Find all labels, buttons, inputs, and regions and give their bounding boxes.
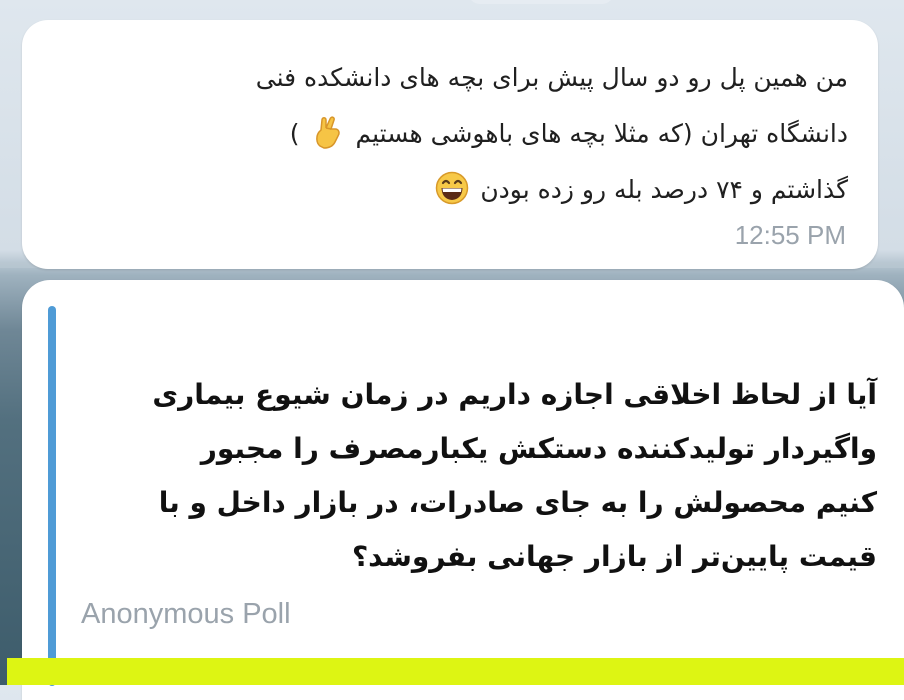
message-line-2-text: دانشگاه تهران (که مثلا بچه های باهوشی هس… [355,119,848,148]
message-text: من همین پل رو دو سال پیش برای بچه های دا… [52,50,848,218]
poll-question: آیا از لحاظ اخلاقی اجازه داریم در زمان ش… [102,368,877,584]
poll-question-line-4: قیمت پایین‌تر از بازار جهانی بفروشد؟ [351,540,877,573]
poll-question-line-2: واگیردار تولیدکننده دستکش یکبارمصرف را م… [200,432,877,465]
message-bubble[interactable]: من همین پل رو دو سال پیش برای بچه های دا… [22,20,878,269]
top-handle [468,0,614,4]
message-line-2: دانشگاه تهران (که مثلا بچه های باهوشی هس… [52,106,848,162]
poll-type-label: Anonymous Poll [81,598,291,630]
message-line-1: من همین پل رو دو سال پیش برای بچه های دا… [255,63,848,92]
message-line-3: گذاشتم و ۷۴ درصد بله رو زده بودن [52,162,848,218]
message-timestamp: 12:55 PM [734,220,846,250]
poll-bubble[interactable]: آیا از لحاظ اخلاقی اجازه داریم در زمان ش… [22,280,904,700]
message-line-3-text: گذاشتم و ۷۴ درصد بله رو زده بودن [480,175,848,204]
bottom-highlight-band [7,658,904,685]
poll-question-line-3: کنیم محصولش را به جای صادرات، در بازار د… [158,486,877,519]
poll-accent-bar [48,306,56,686]
poll-question-line-1: آیا از لحاظ اخلاقی اجازه داریم در زمان ش… [152,378,877,411]
grinning-face-icon [436,171,469,205]
crossed-fingers-icon [315,116,340,149]
message-line-2-paren: ) [289,119,300,148]
